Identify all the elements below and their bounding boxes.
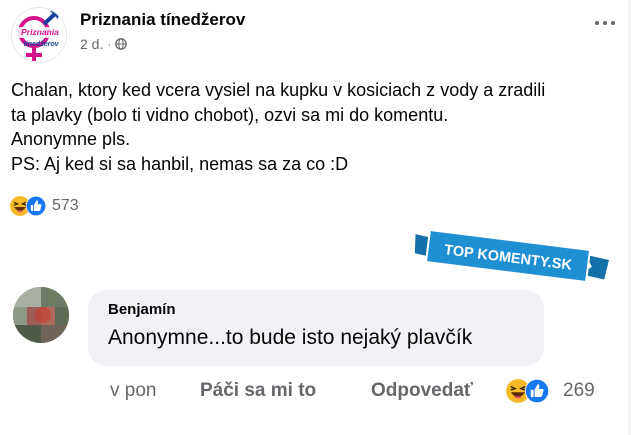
reaction-count: 573 bbox=[52, 197, 79, 214]
logo-text-top: Priznania bbox=[21, 27, 59, 37]
like-icon bbox=[26, 196, 46, 216]
reply-button[interactable]: Odpovedať bbox=[371, 380, 506, 402]
post-text-line: Chalan, ktory ked vcera vysiel na kupku … bbox=[11, 80, 546, 100]
page-logo-icon: Priznania tínedžerov bbox=[12, 8, 66, 62]
comment-avatar[interactable] bbox=[13, 287, 69, 343]
comment-author[interactable]: Benjamín bbox=[108, 301, 524, 318]
post-card: Priznania tínedžerov Priznania tínedžero… bbox=[0, 0, 631, 435]
like-icon bbox=[525, 379, 549, 403]
comment-bubble: Benjamín Anonymne...to bude isto nejaký … bbox=[88, 290, 544, 366]
comment-reactions[interactable]: 269 bbox=[506, 379, 595, 403]
post-time[interactable]: 2 d. bbox=[80, 36, 103, 52]
comment-reaction-count: 269 bbox=[563, 380, 595, 401]
topkomenty-watermark: TOP KOMENTY.SK bbox=[414, 228, 609, 284]
logo-text-bottom: tínedžerov bbox=[23, 41, 59, 48]
post-text-line: Anonymne pls. bbox=[11, 129, 131, 149]
post-reactions[interactable]: 573 bbox=[10, 195, 79, 217]
like-button[interactable]: Páči sa mi to bbox=[200, 380, 371, 402]
post-meta: 2 d. · bbox=[80, 36, 128, 52]
page-name[interactable]: Priznania tínedžerov bbox=[80, 10, 245, 30]
comment-actions: v pon Páči sa mi to Odpovedať 269 bbox=[110, 377, 595, 405]
blurred-avatar-image bbox=[13, 287, 69, 343]
divider bbox=[0, 267, 631, 268]
comment-time[interactable]: v pon bbox=[110, 380, 200, 402]
page-avatar[interactable]: Priznania tínedžerov bbox=[11, 7, 67, 63]
post-text-line: PS: Aj ked si sa hanbil, nemas sa za co … bbox=[11, 153, 349, 174]
meta-separator: · bbox=[107, 37, 112, 51]
comment-text: Anonymne...to bude isto nejaký plavčík bbox=[108, 326, 473, 349]
post-text: Chalan, ktory ked vcera vysiel na kupku … bbox=[11, 78, 611, 176]
more-options-icon[interactable] bbox=[592, 16, 618, 30]
post-text-line: ta plavky (bolo ti vidno chobot), ozvi s… bbox=[11, 104, 449, 125]
globe-icon bbox=[115, 38, 128, 50]
